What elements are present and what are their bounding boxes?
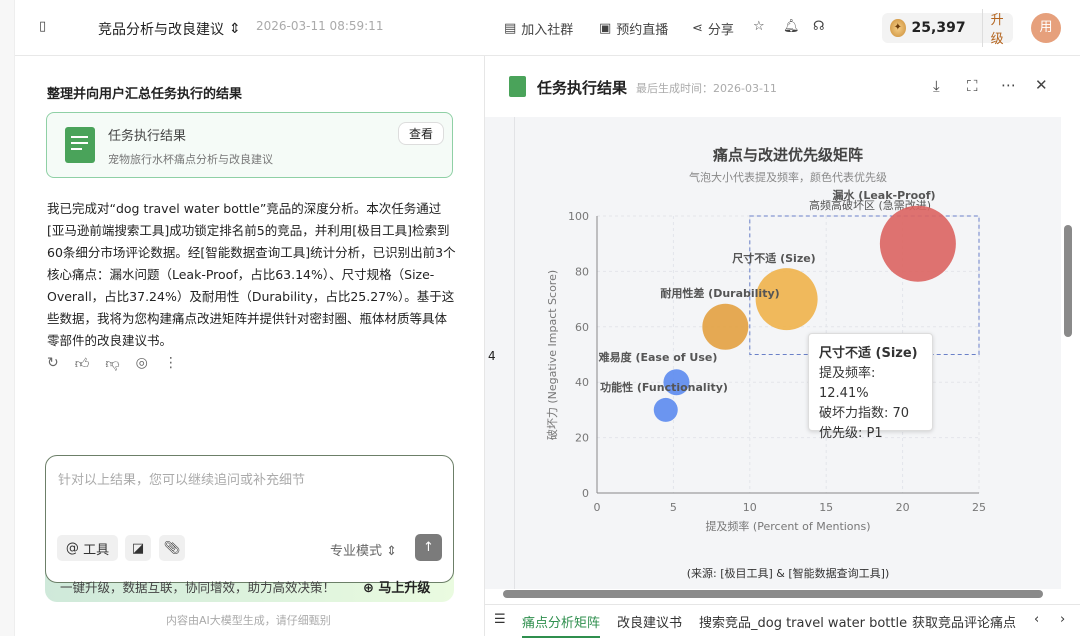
coin-count: 25,397: [911, 20, 966, 36]
label: 马上升级: [378, 581, 431, 596]
bubble-point: [702, 303, 749, 350]
y-tick-label: 40: [575, 376, 589, 389]
tab-improvement[interactable]: 改良建议书: [617, 612, 682, 631]
bubble-label: 耐用性差 (Durability): [660, 286, 779, 300]
upgrade-link[interactable]: 升级: [981, 9, 1013, 47]
at-icon: @: [65, 540, 79, 556]
more-icon[interactable]: ⋯: [1001, 76, 1016, 94]
tooltip-title: 尺寸不适 (Size): [819, 346, 918, 361]
timestamp: 2026-03-11 08:59:11: [256, 19, 384, 33]
title-text: 竞品分析与改良建议: [98, 22, 224, 38]
close-icon[interactable]: ✕: [1035, 76, 1048, 94]
chart-title: 痛点与改进优先级矩阵: [712, 146, 863, 164]
y-tick-label: 0: [582, 487, 589, 500]
bubble-label: 漏水 (Leak-Proof): [832, 188, 935, 202]
coin-balance[interactable]: ✦ 25,397 升级: [882, 9, 1013, 47]
chevron-left-icon[interactable]: ‹: [1030, 612, 1040, 627]
left-rail: [0, 0, 15, 636]
chart-subtitle: 气泡大小代表提及频率，颜色代表优先级: [689, 170, 887, 184]
label: 预约直播: [616, 23, 669, 38]
tv-icon: ▣: [599, 21, 612, 36]
x-tick-label: 15: [819, 501, 833, 514]
more-icon[interactable]: ⋮: [164, 355, 178, 372]
label: 加入社群: [521, 23, 574, 38]
avatar[interactable]: 用: [1031, 13, 1061, 43]
send-button[interactable]: ↑: [415, 534, 442, 561]
conversation-title[interactable]: 竞品分析与改良建议 ⇕: [98, 19, 241, 39]
bubble-point: [879, 205, 956, 282]
x-tick-label: 10: [743, 501, 757, 514]
result-card[interactable]: 任务执行结果 宠物旅行水杯痛点分析与改良建议 查看: [46, 112, 453, 178]
chevron-right-icon[interactable]: ›: [1060, 612, 1065, 627]
card-subtitle: 宠物旅行水杯痛点分析与改良建议: [108, 153, 273, 166]
label: 分享: [707, 23, 734, 38]
y-tick-label: 100: [568, 210, 589, 223]
tab-pain-matrix[interactable]: 痛点分析矩阵: [522, 612, 601, 638]
document-icon: [509, 76, 526, 97]
card-title: 任务执行结果: [108, 129, 187, 144]
chart-tooltip: 尺寸不适 (Size) 提及频率: 12.41% 破坏力指数: 70 优先级: …: [808, 333, 933, 441]
x-tick-label: 0: [594, 501, 601, 514]
message-actions: ↻ 👍︎ 👎︎ ◎ ⋮: [47, 355, 178, 372]
bubble-point: [653, 397, 678, 422]
assistant-message: 我已完成对“dog travel water bottle”竞品的深度分析。本次…: [47, 201, 456, 348]
bubble-label: 尺寸不适 (Size): [732, 251, 815, 265]
bubble-label: 难易度 (Ease of Use): [598, 350, 718, 364]
generated-time: 最后生成时间：2026-03-11: [636, 82, 777, 95]
refresh-icon[interactable]: ↻: [47, 355, 59, 372]
bell-icon[interactable]: 🔔︎: [783, 19, 800, 34]
document-icon: [65, 127, 95, 163]
x-tick-label: 5: [670, 501, 677, 514]
chat-icon: ▤: [504, 21, 517, 36]
download-icon[interactable]: ⤓: [933, 77, 940, 95]
y-tick-label: 60: [575, 321, 589, 334]
y-tick-label: 20: [575, 432, 589, 445]
canvas-icon[interactable]: ◪: [125, 535, 151, 561]
horizontal-scrollbar[interactable]: [503, 590, 1043, 598]
result-tabs: ☰ 痛点分析矩阵 改良建议书 搜索竞品_dog travel water bot…: [485, 604, 1080, 638]
step-title: 整理并向用户汇总任务执行的结果: [47, 87, 243, 102]
star-icon[interactable]: ☆: [753, 19, 765, 34]
share-icon: ⋖: [692, 21, 703, 36]
panel-title: 任务执行结果: [537, 79, 628, 97]
mode-select[interactable]: 专业模式 ⇕: [330, 540, 397, 559]
share-button[interactable]: ⋖ 分享: [692, 19, 734, 38]
chart-source: (来源: [极目工具] & [智能数据查询工具]): [687, 566, 890, 580]
disclaimer: 内容由AI大模型生成，请仔细甄别: [166, 614, 331, 627]
coin-icon: ✦: [890, 19, 906, 37]
bubble-label: 功能性 (Functionality): [600, 380, 728, 394]
tooltip-line: 提及频率: 12.41%: [819, 366, 876, 401]
thumbs-down-icon[interactable]: 👎︎: [105, 355, 119, 372]
tab-reviews[interactable]: 获取竞品评论痛点: [912, 612, 1016, 631]
y-tick-label: 80: [575, 265, 589, 278]
x-axis-label: 提及频率 (Percent of Mentions): [705, 519, 870, 533]
chevron-updown-icon: ⇕: [229, 21, 241, 37]
upgrade-now-button[interactable]: ⊕ 马上升级: [363, 577, 430, 596]
tab-search[interactable]: 搜索竞品_dog travel water bottle: [699, 612, 907, 631]
join-group-button[interactable]: ▤ 加入社群: [504, 19, 573, 38]
target-icon[interactable]: ◎: [136, 355, 148, 372]
chat-input[interactable]: 针对以上结果，您可以继续追问或补充细节: [58, 469, 305, 488]
sidebar-toggle-icon[interactable]: ▯: [39, 19, 46, 34]
label: 工具: [83, 542, 110, 558]
x-tick-label: 25: [972, 501, 986, 514]
upgrade-text: 一键升级，数据互联，协同增效，助力高效决策！: [60, 580, 336, 595]
bubble-chart: 痛点与改进优先级矩阵气泡大小代表提及频率，颜色代表优先级 0 5 10 15 20 25 0 2…: [545, 146, 986, 580]
paperclip-icon[interactable]: 📎︎: [159, 535, 185, 561]
thumbs-up-icon[interactable]: 👍︎: [75, 355, 90, 372]
tooltip-line: 优先级: P1: [819, 426, 883, 441]
tabs-menu-icon[interactable]: ☰: [494, 612, 506, 627]
live-button[interactable]: ▣ 预约直播: [599, 19, 668, 38]
vertical-scrollbar[interactable]: [1064, 225, 1072, 337]
view-button[interactable]: 查看: [398, 122, 445, 145]
x-tick-label: 20: [896, 501, 910, 514]
y-axis-label: 破坏力 (Negative Impact Score): [545, 270, 559, 440]
tools-button[interactable]: @ 工具: [57, 535, 118, 561]
tooltip-line: 破坏力指数: 70: [819, 406, 910, 421]
label: 专业模式: [330, 544, 383, 559]
fullscreen-icon[interactable]: ⛶: [967, 77, 978, 95]
headset-icon[interactable]: ☊: [813, 19, 825, 34]
chat-input-box[interactable]: 针对以上结果，您可以继续追问或补充细节 @ 工具 ◪ 📎︎ 专业模式 ⇕ ↑: [45, 455, 454, 583]
